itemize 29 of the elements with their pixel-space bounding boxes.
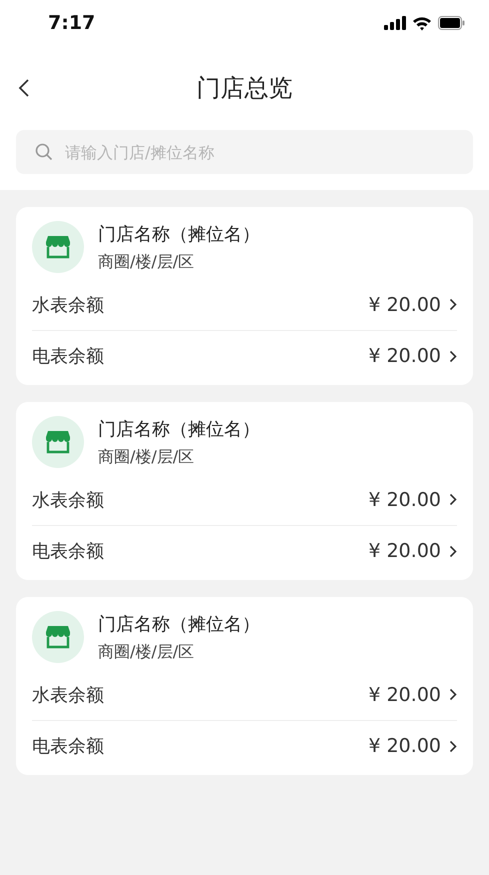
wifi-icon: [412, 16, 432, 30]
status-time: 7:17: [48, 12, 96, 34]
chevron-right-icon: [449, 688, 457, 701]
chevron-right-icon: [449, 298, 457, 311]
chevron-right-icon: [449, 350, 457, 362]
balance-row[interactable]: 电表余额 ¥ 20.00: [32, 525, 457, 576]
signal-icon: [384, 16, 406, 30]
chevron-right-icon: [449, 493, 457, 506]
balance-row[interactable]: 水表余额 ¥ 20.00: [32, 279, 457, 330]
search-icon: [35, 143, 53, 161]
store-name: 门店名称（摊位名）: [98, 222, 260, 246]
chevron-right-icon: [449, 544, 457, 558]
page-title: 门店总览: [196, 73, 292, 104]
balance-row[interactable]: 水表余额 ¥ 20.00: [32, 669, 457, 720]
store-location: 商圈/楼/层/区: [98, 642, 196, 662]
store-icon: [32, 416, 84, 468]
chevron-left-icon: [18, 78, 30, 98]
search-field[interactable]: 请输入门店/摊位名称: [16, 130, 473, 174]
store-location: 商圈/楼/层/区: [98, 252, 196, 272]
balance-row[interactable]: 电表余额 ¥ 20.00: [32, 720, 457, 771]
battery-icon: [438, 16, 465, 30]
balance-row[interactable]: 电表余额 ¥ 20.00: [32, 330, 457, 381]
balance-row[interactable]: 水表余额 ¥ 20.00: [32, 474, 457, 525]
store-location: 商圈/楼/层/区: [98, 446, 196, 468]
store-name: 门店名称（摊位名）: [98, 418, 260, 440]
chevron-right-icon: [449, 740, 457, 752]
store-name: 门店名称（摊位名）: [98, 612, 260, 636]
store-icon: [32, 221, 84, 273]
store-icon: [32, 611, 84, 663]
